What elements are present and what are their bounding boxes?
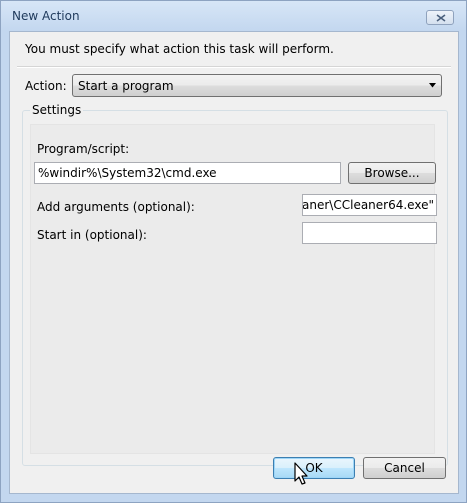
start-in-input[interactable]	[302, 222, 437, 244]
separator	[17, 66, 451, 68]
new-action-dialog: New Action You must specify what action …	[0, 0, 467, 503]
program-script-value: %windir%\System32\cmd.exe	[38, 166, 217, 180]
close-button[interactable]	[426, 10, 454, 25]
settings-group-title: Settings	[30, 103, 84, 117]
chevron-down-icon	[429, 83, 436, 88]
action-select-value: Start a program	[78, 79, 174, 93]
instruction-text: You must specify what action this task w…	[25, 42, 334, 56]
program-script-input[interactable]: %windir%\System32\cmd.exe	[34, 162, 341, 184]
action-label: Action:	[25, 79, 67, 93]
settings-panel: Program/script: %windir%\System32\cmd.ex…	[30, 124, 437, 454]
dialog-body: You must specify what action this task w…	[9, 31, 459, 494]
title-bar[interactable]: New Action	[1, 1, 466, 31]
browse-button[interactable]: Browse...	[348, 162, 436, 184]
ok-button[interactable]: OK	[273, 457, 355, 479]
arguments-input[interactable]: Cleaner\CCleaner64.exe"	[302, 194, 437, 216]
close-icon	[436, 14, 446, 22]
settings-group: Settings Program/script: %windir%\System…	[22, 103, 448, 466]
arguments-label: Add arguments (optional):	[37, 200, 195, 214]
start-in-label: Start in (optional):	[37, 228, 147, 242]
program-script-label: Program/script:	[37, 142, 130, 156]
action-select[interactable]: Start a program	[72, 74, 442, 97]
arguments-value: Cleaner\CCleaner64.exe"	[302, 198, 434, 212]
window-title: New Action	[12, 9, 80, 23]
cancel-button[interactable]: Cancel	[363, 457, 446, 479]
